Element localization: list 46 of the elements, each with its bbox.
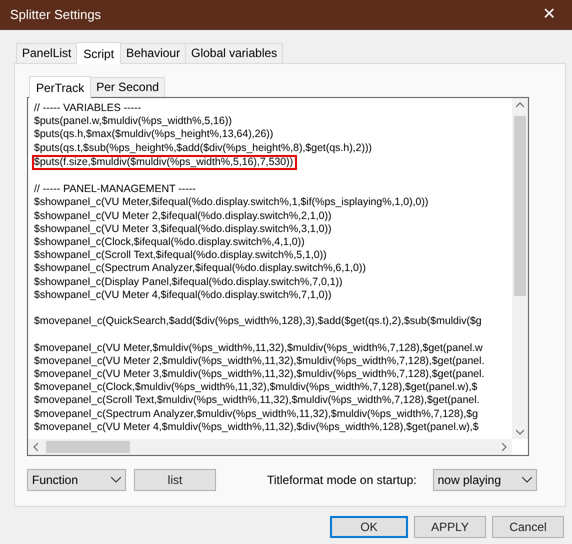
dialog-button[interactable]: Cancel: [492, 516, 564, 538]
code-line: $movepanel_c(VU Meter,$muldiv(%ps_width%,11,32),$muldiv(%ps_width%,7,128),$get(panel.w: [34, 342, 483, 355]
code-line: $showpanel_c(Clock,$ifequal(%do.display.switch%,4,1,0)): [34, 236, 305, 250]
scrollbar-thumb[interactable]: [514, 116, 526, 296]
code-line: $movepanel_c(VU Meter 3,$muldiv(%ps_width%,11,32),$muldiv(%ps_width%,7,128),$get(panel.: [34, 368, 484, 382]
caret-icon: [111, 477, 121, 483]
code-line: $movepanel_c(VU Meter 2,$muldiv(%ps_width%,11,32),$muldiv(%ps_width%,7,128),$get(panel.: [34, 354, 484, 368]
code-line: $showpanel_c(Scroll Text,$ifequal(%do.display.switch%,5,1,0)): [34, 249, 327, 262]
code-line: $movepanel_c(Spectrum Analyzer,$muldiv(%ps_width%,11,32),$muldiv(%ps_width%,7,128),$g: [34, 408, 478, 421]
code-line: $movepanel_c(Scroll Text,$muldiv(%ps_width%,11,32),$muldiv(%ps_width%,7,128),$get(panel.: [34, 394, 480, 408]
scroll-left-icon[interactable]: [33, 443, 38, 451]
scroll-up-icon[interactable]: [516, 102, 524, 107]
code-line: // ----- VARIABLES -----: [34, 102, 142, 116]
dialog-button[interactable]: OK: [330, 516, 408, 538]
function-dropdown[interactable]: Function: [27, 469, 126, 491]
code-line: $puts(panel.w,$muldiv(%ps_width%,5,16)): [34, 115, 232, 128]
tab[interactable]: PerTrack: [29, 76, 92, 98]
tab[interactable]: Script: [76, 42, 122, 64]
code-line: $movepanel_c(Clock,$muldiv(%ps_width%,11,32),$muldiv(%ps_width%,7,128),$get(panel.w),$: [34, 381, 478, 394]
vertical-scrollbar[interactable]: [512, 98, 528, 439]
tab[interactable]: Per Second: [90, 77, 165, 97]
list-button[interactable]: list: [134, 469, 216, 491]
scroll-right-icon[interactable]: [502, 443, 507, 451]
scroll-down-icon[interactable]: [516, 430, 524, 435]
code-line: $puts(qs.h,$max($muldiv(%ps_height%,13,64),26)): [34, 128, 274, 142]
caret-icon: [522, 477, 532, 483]
code-line: $showpanel_c(VU Meter 2,$ifequal(%do.display.switch%,2,1,0)): [34, 210, 332, 223]
code-line: $puts(qs.t,$sub(%ps_height%,$add($div(%ps_height%,8),$get(qs.h),2))): [34, 142, 372, 155]
titleformat-label: Titleformat mode on startup:: [267, 472, 417, 489]
horizontal-scrollbar[interactable]: [28, 439, 512, 455]
code-line: $movepanel_c(VU Meter 4,$muldiv(%ps_width%,11,32),$div(%ps_width%,128),$get(panel.w),$: [34, 420, 479, 434]
code-line: $showpanel_c(Spectrum Analyzer,$ifequal(%do.display.switch%,6,1,0)): [34, 262, 366, 276]
code-line: $showpanel_c(Display Panel,$ifequal(%do.display.switch%,7,0,1)): [34, 276, 343, 289]
close-button[interactable]: ✕: [526, 0, 572, 30]
code-line: // ----- PANEL-MANAGEMENT -----: [34, 183, 196, 196]
code-line: $showpanel_c(VU Meter 4,$ifequal(%do.display.switch%,7,1,0)): [34, 288, 332, 302]
window-title: Splitter Settings: [10, 6, 102, 24]
code-line: $showpanel_c(VU Meter 3,$ifequal(%do.display.switch%,3,1,0)): [34, 222, 332, 236]
script-editor[interactable]: [27, 97, 529, 456]
scrollbar-thumb[interactable]: [46, 441, 130, 453]
code-line: $movepanel_c(QuickSearch,$add($div(%ps_width%,128),3),$add($get(qs.t),2),$sub($muldiv($g: [34, 315, 482, 328]
dialog-button[interactable]: APPLY: [414, 516, 486, 538]
code-line: $showpanel_c(VU Meter,$ifequal(%do.display.switch%,1,$if(%ps_isplaying%,1,0),0)): [34, 196, 428, 210]
titleformat-dropdown[interactable]: now playing: [432, 469, 537, 491]
tab[interactable]: PanelList: [16, 43, 78, 63]
tab[interactable]: Global variables: [185, 43, 284, 63]
